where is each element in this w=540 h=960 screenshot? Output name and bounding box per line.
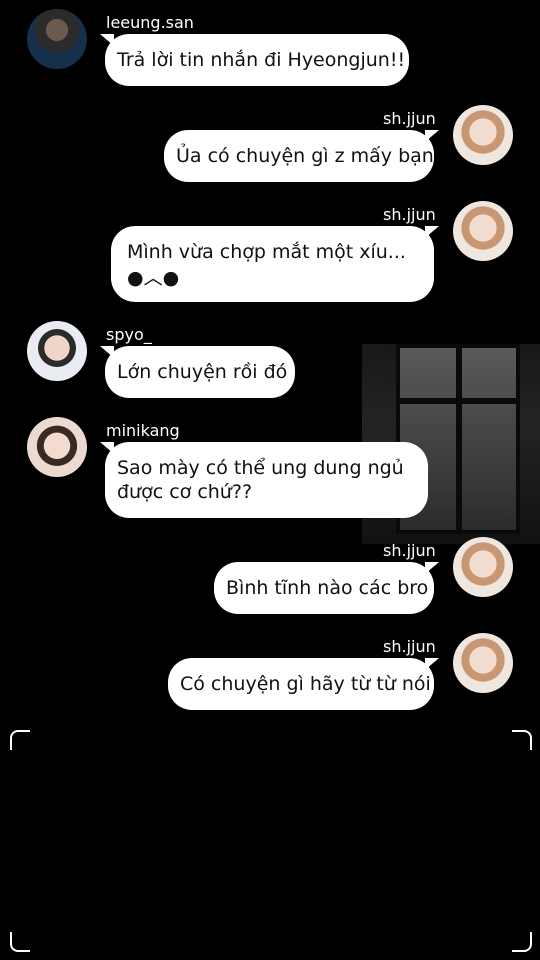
username-label: sh.jjun <box>383 541 436 560</box>
avatar-sh-jjun[interactable] <box>453 105 513 165</box>
message-bubble: Ủa có chuyện gì z mấy bạn <box>164 130 439 182</box>
username-label: leeung.san <box>106 13 194 32</box>
message-text-line: Mình vừa chợp mắt một xíu... <box>127 241 406 263</box>
avatar-leeung-san[interactable] <box>27 9 87 69</box>
username-label: spyo_ <box>106 325 152 344</box>
message-text-line: được cơ chứ?? <box>117 481 253 503</box>
message-bubble: Sao mày có thể ung dung ngủ được cơ chứ?… <box>100 442 428 518</box>
frame-corner-top-right <box>512 730 532 750</box>
message-text: Trả lời tin nhắn đi Hyeongjun!! <box>117 49 406 71</box>
avatar-sh-jjun[interactable] <box>453 201 513 261</box>
avatar-sh-jjun[interactable] <box>453 537 513 597</box>
message-text-line: ●︿● <box>127 267 180 289</box>
avatar-minikang[interactable] <box>27 417 87 477</box>
message-bubble: Lớn chuyện rồi đó <box>100 346 295 398</box>
message-bubble: Bình tĩnh nào các bro <box>214 562 439 614</box>
message-bubble: Trả lời tin nhắn đi Hyeongjun!! <box>100 34 409 86</box>
username-label: sh.jjun <box>383 109 436 128</box>
message-bubble: Có chuyện gì hãy từ từ nói <box>168 658 439 710</box>
username-label: minikang <box>106 421 180 440</box>
message-text: Có chuyện gì hãy từ từ nói <box>180 673 431 695</box>
message-text-line: Sao mày có thể ung dung ngủ <box>117 457 404 479</box>
message-text: Lớn chuyện rồi đó <box>117 361 288 383</box>
frame-corner-top-left <box>10 730 30 750</box>
avatar-spyo[interactable] <box>27 321 87 381</box>
frame-corner-bottom-left <box>10 932 30 952</box>
message-text: Bình tĩnh nào các bro <box>226 577 429 599</box>
username-label: sh.jjun <box>383 205 436 224</box>
message-bubble: Mình vừa chợp mắt một xíu... ●︿● <box>111 226 439 302</box>
username-label: sh.jjun <box>383 637 436 656</box>
frame-corner-bottom-right <box>512 932 532 952</box>
message-text: Ủa có chuyện gì z mấy bạn <box>176 145 434 167</box>
avatar-sh-jjun[interactable] <box>453 633 513 693</box>
